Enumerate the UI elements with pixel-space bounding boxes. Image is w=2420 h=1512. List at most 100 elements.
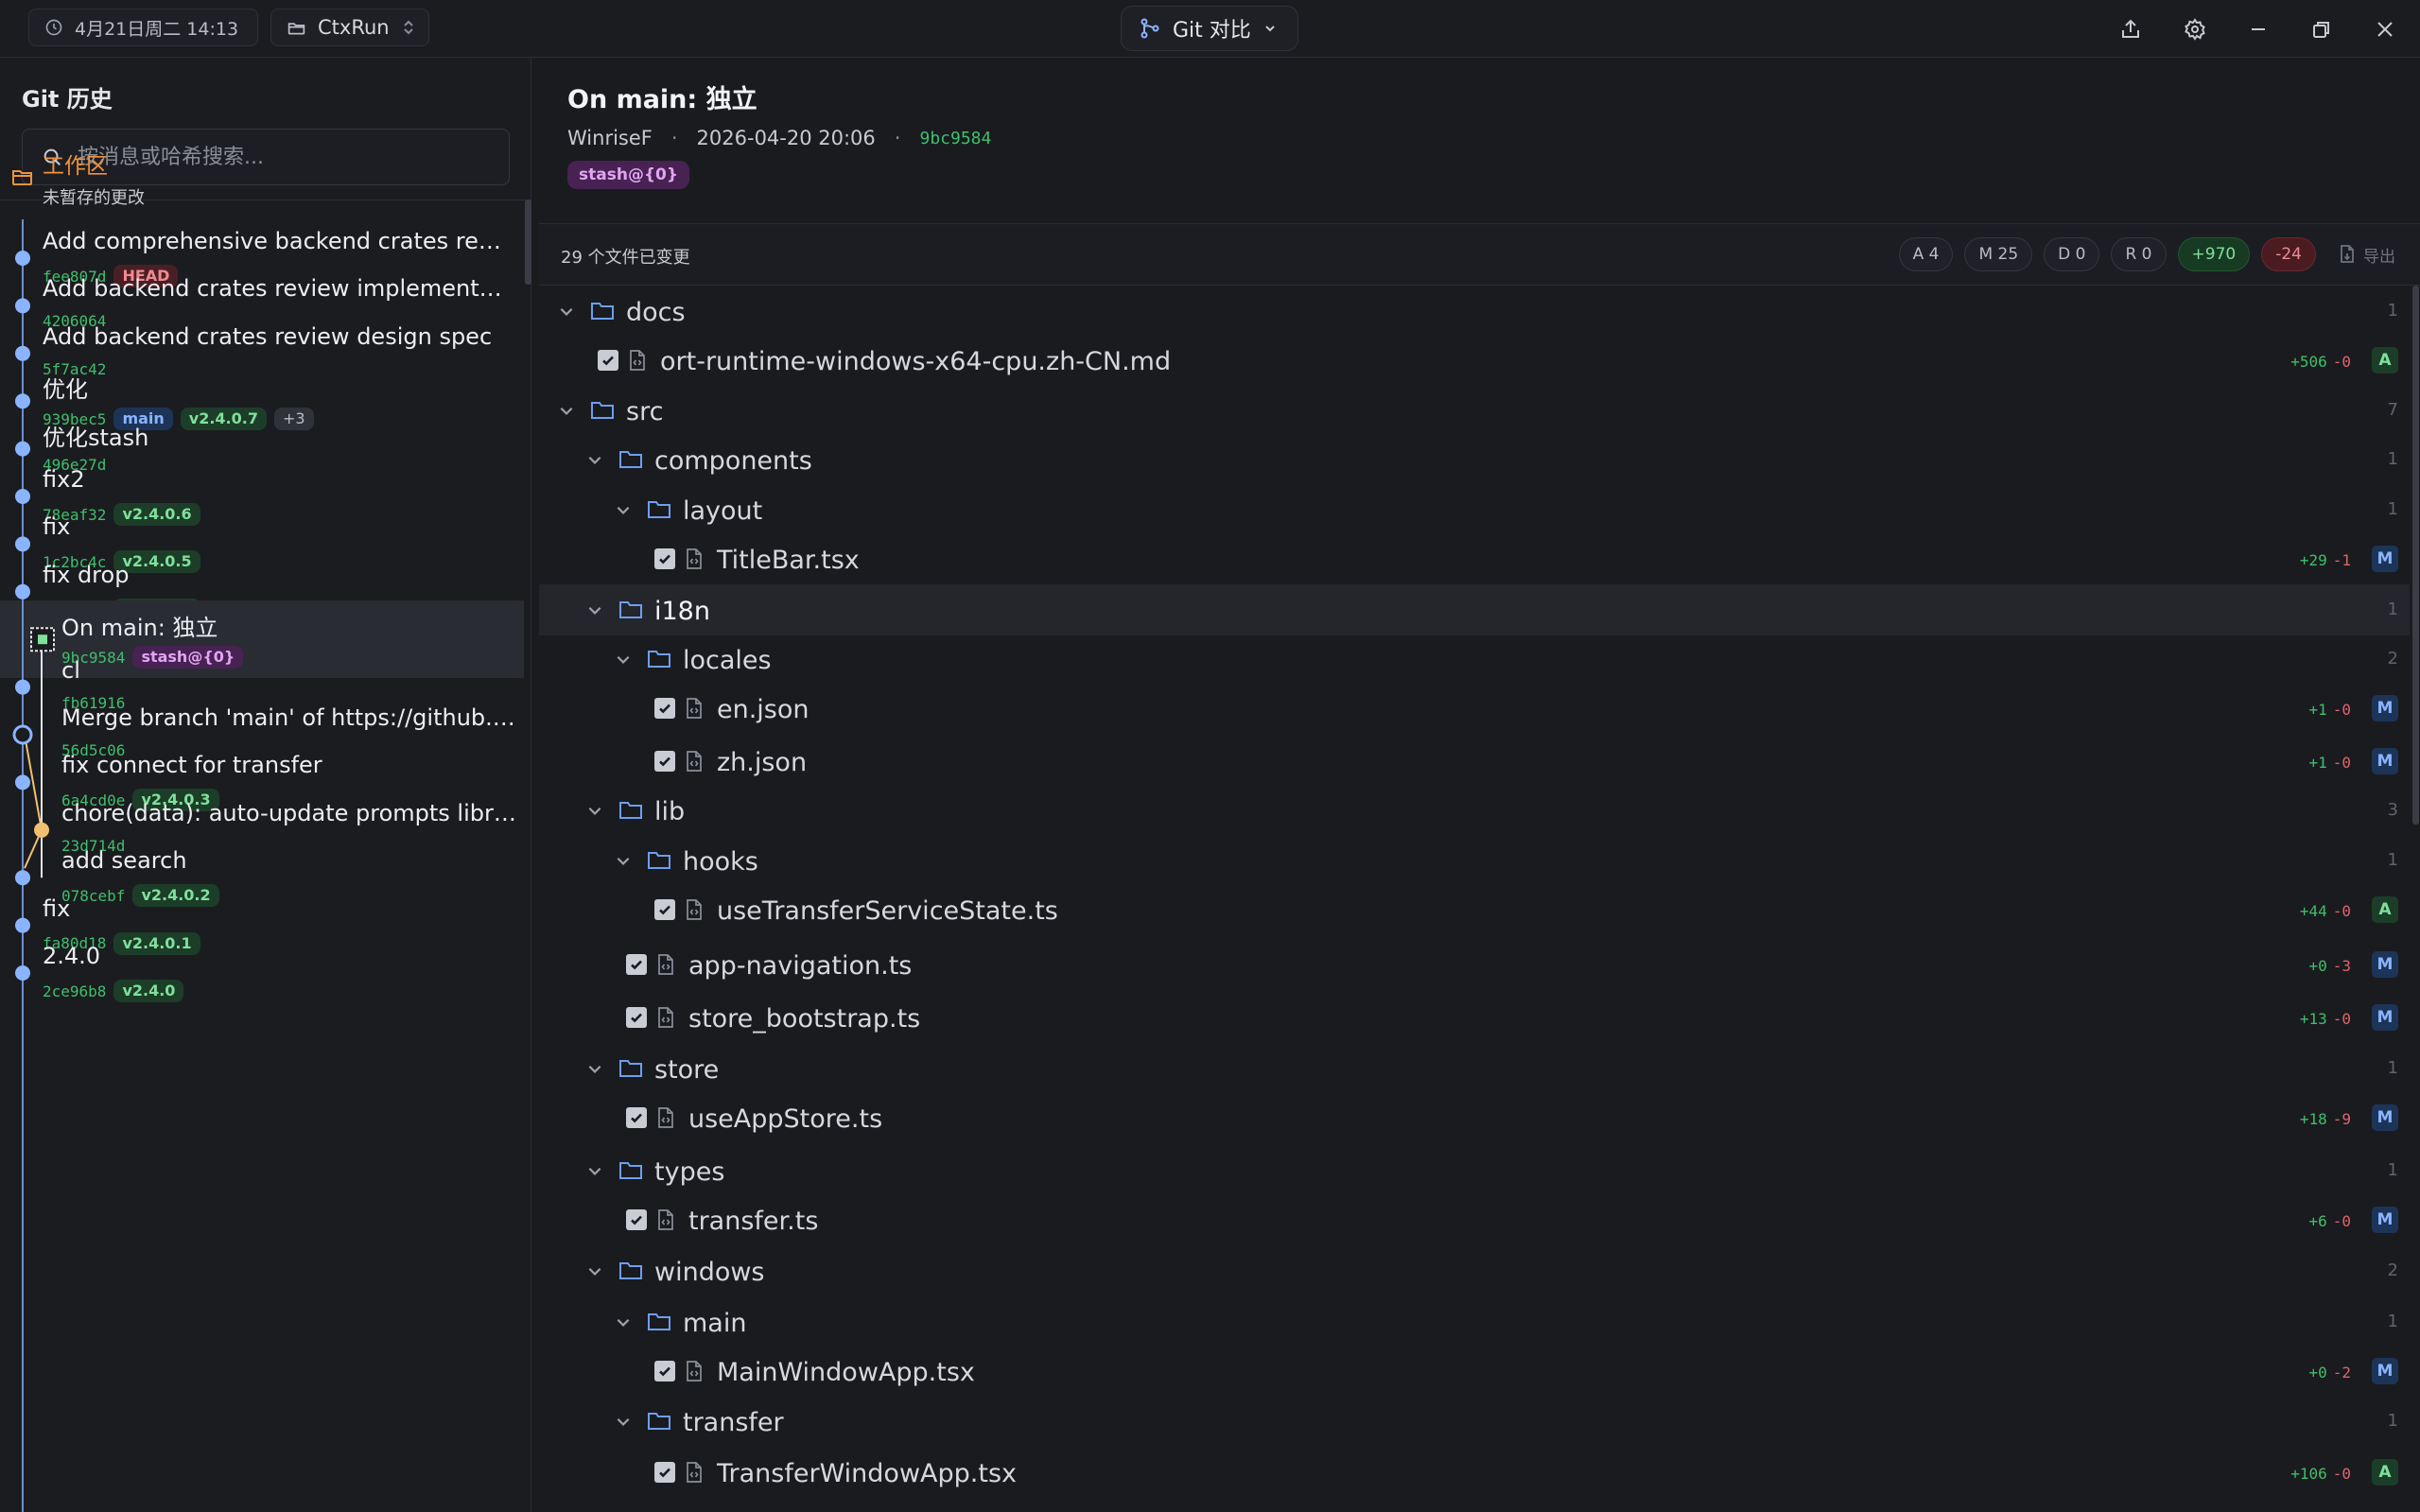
file-checkbox[interactable]: [626, 992, 647, 1043]
file-checkbox[interactable]: [654, 884, 675, 935]
minimize-button[interactable]: [2242, 13, 2274, 45]
file-row[interactable]: MainWindowApp.tsx +0 -2 M: [539, 1346, 2410, 1397]
file-row[interactable]: TitleBar.tsx +29 -1 M: [539, 533, 2410, 584]
file-row[interactable]: app-navigation.ts +0 -3 M: [539, 939, 2410, 990]
chevron-down-icon: [1265, 26, 1275, 32]
folder-row[interactable]: main 1: [539, 1296, 2410, 1347]
working-tree-item[interactable]: 工作区 未暂存的更改: [0, 142, 524, 219]
folder-row[interactable]: src 7: [539, 385, 2410, 436]
file-row[interactable]: zh.json +1 -0 M: [539, 736, 2410, 787]
commit-message: Add backend crates review implementation…: [43, 275, 506, 303]
folder-row[interactable]: types 1: [539, 1145, 2410, 1196]
file-checkbox[interactable]: [626, 1194, 647, 1245]
file-additions: +106: [2290, 1465, 2327, 1483]
file-row[interactable]: transfer.ts +6 -0 M: [539, 1194, 2410, 1245]
file-row[interactable]: store_bootstrap.ts +13 -0 M: [539, 992, 2410, 1043]
folder-icon: [618, 785, 643, 836]
clock-icon: [45, 19, 62, 36]
chevron-down-icon[interactable]: [615, 1296, 632, 1347]
file-name: zh.json: [717, 748, 808, 777]
workspace-selector[interactable]: CtxRun: [270, 9, 429, 46]
folder-row[interactable]: layout 1: [539, 484, 2410, 535]
file-row[interactable]: ort-runtime-windows-x64-cpu.zh-CN.md +506…: [539, 335, 2410, 386]
export-icon: [2122, 19, 2139, 38]
insertions-badge: +970: [2177, 237, 2251, 271]
chevron-down-icon[interactable]: [558, 286, 575, 337]
folder-name: store: [654, 1055, 720, 1085]
commit-detail-panel: On main: 独立 WinriseF · 2026-04-20 20:06 …: [539, 58, 2420, 1512]
file-deletions: -0: [2332, 1010, 2351, 1028]
restore-button[interactable]: [2306, 13, 2338, 45]
file-checkbox[interactable]: [654, 1447, 675, 1498]
chevron-down-icon[interactable]: [558, 385, 575, 436]
folder-name: transfer: [683, 1408, 784, 1437]
folder-file-count: 1: [2387, 1312, 2398, 1331]
folder-row[interactable]: hooks 1: [539, 835, 2410, 886]
file-name: TitleBar.tsx: [717, 546, 860, 575]
export-button[interactable]: [2115, 13, 2147, 45]
chevron-down-icon[interactable]: [586, 434, 603, 485]
file-checkbox[interactable]: [626, 939, 647, 990]
file-deletions: -3: [2332, 957, 2351, 975]
commit-hash[interactable]: 9bc9584: [919, 129, 991, 148]
file-diff-stats: +1 -0: [2308, 701, 2351, 719]
folder-row[interactable]: components 1: [539, 434, 2410, 485]
folder-row[interactable]: transfer 1: [539, 1396, 2410, 1447]
datetime-pill[interactable]: 4月21日周二 14:13: [28, 9, 258, 46]
file-checkbox[interactable]: [654, 683, 675, 734]
folder-icon: [618, 1043, 643, 1094]
folder-file-count: 3: [2387, 800, 2398, 820]
file-status-badge: M: [2372, 1104, 2398, 1131]
file-checkbox[interactable]: [654, 533, 675, 584]
folder-row[interactable]: lib 3: [539, 785, 2410, 836]
chevron-down-icon[interactable]: [586, 1245, 603, 1296]
file-row[interactable]: TransferWindowApp.tsx +106 -0 A: [539, 1447, 2410, 1498]
checkmark-icon: [654, 899, 675, 920]
chevron-down-icon[interactable]: [586, 584, 603, 635]
chevron-down-icon[interactable]: [615, 634, 632, 685]
file-tree-scrollbar[interactable]: [2412, 286, 2419, 825]
commit-message: Merge branch 'main' of https://github.co…: [61, 704, 525, 731]
file-checkbox[interactable]: [654, 736, 675, 787]
git-branch-icon: [1140, 18, 1159, 39]
export-diff-button[interactable]: 导出: [2339, 243, 2395, 267]
commit-message: chore(data): auto-update prompts library…: [61, 799, 525, 826]
mode-selector[interactable]: Git 对比: [1121, 6, 1298, 51]
folder-row[interactable]: docs 1: [539, 286, 2410, 337]
file-checkbox[interactable]: [654, 1346, 675, 1397]
folder-name: i18n: [654, 597, 710, 626]
file-row[interactable]: useAppStore.ts +18 -9 M: [539, 1092, 2410, 1143]
chevron-down-icon[interactable]: [586, 1043, 603, 1094]
commit-message: add search: [61, 847, 187, 875]
folder-name: main: [683, 1309, 747, 1338]
commit-message: 优化: [43, 376, 88, 404]
commit-meta: WinriseF · 2026-04-20 20:06 · 9bc9584: [567, 127, 991, 149]
checkmark-icon: [626, 1007, 647, 1028]
chevron-down-icon[interactable]: [586, 785, 603, 836]
file-name: useAppStore.ts: [688, 1104, 883, 1134]
chevron-down-icon[interactable]: [615, 1396, 632, 1447]
file-additions: +13: [2299, 1010, 2327, 1028]
folder-open-icon: [287, 22, 305, 34]
close-button[interactable]: [2369, 13, 2401, 45]
chevron-down-icon[interactable]: [586, 1145, 603, 1196]
deletions-badge: -24: [2261, 237, 2316, 271]
file-row[interactable]: en.json +1 -0 M: [539, 683, 2410, 734]
file-checkbox[interactable]: [626, 1092, 647, 1143]
file-checkbox[interactable]: [598, 335, 618, 386]
deleted-count-badge: D 0: [2044, 237, 2100, 271]
file-deletions: -0: [2332, 902, 2351, 920]
chevron-down-icon[interactable]: [615, 484, 632, 535]
commit-message: cl: [61, 656, 80, 684]
folder-row[interactable]: store 1: [539, 1043, 2410, 1094]
folder-row[interactable]: locales 2: [539, 634, 2410, 685]
folder-file-count: 1: [2387, 600, 2398, 619]
folder-row[interactable]: i18n 1: [539, 584, 2410, 635]
chevron-down-icon[interactable]: [615, 835, 632, 886]
file-row[interactable]: useTransferServiceState.ts +44 -0 A: [539, 884, 2410, 935]
folder-row[interactable]: windows 2: [539, 1245, 2410, 1296]
settings-button[interactable]: [2179, 13, 2211, 45]
commit-item[interactable]: 2.4.0 2ce96b8 v2.4.0: [0, 934, 524, 1012]
sidebar-scrollbar[interactable]: [525, 200, 531, 285]
commit-refs: stash@{0}: [567, 161, 689, 189]
